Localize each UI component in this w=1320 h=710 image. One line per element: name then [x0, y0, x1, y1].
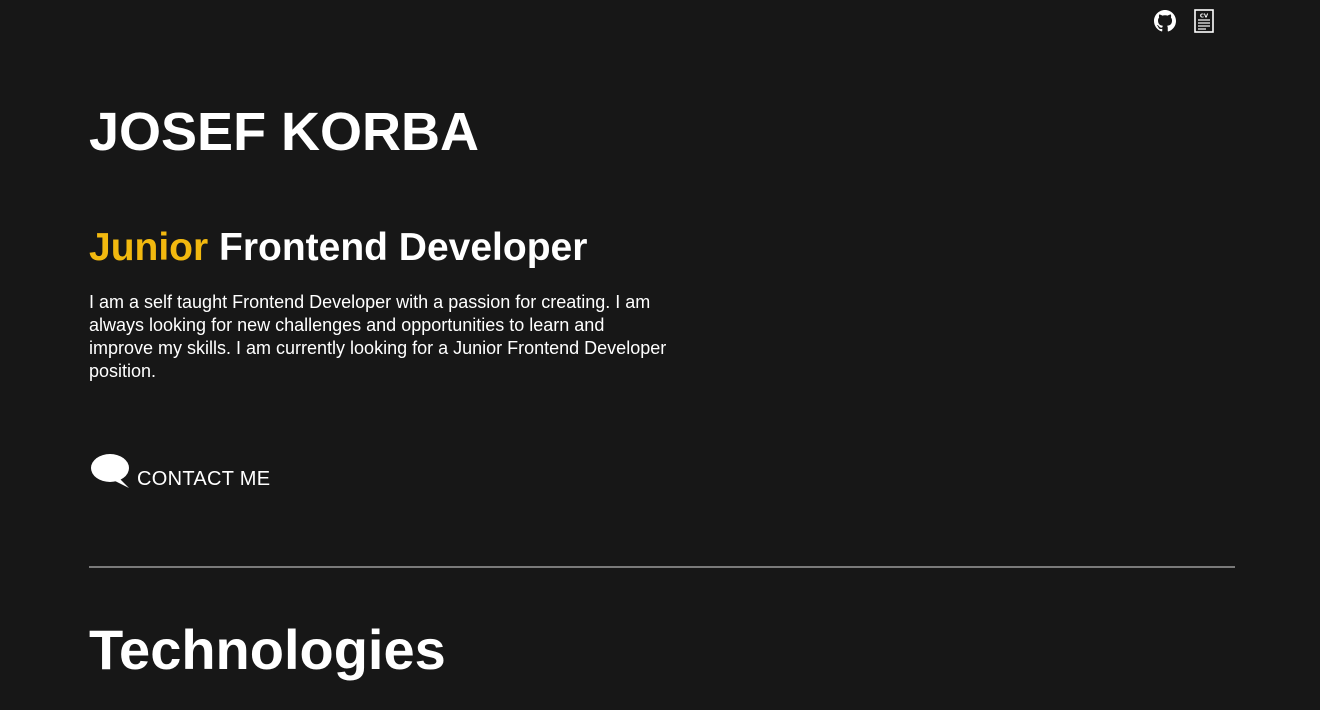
bio-text: I am a self taught Frontend Developer wi…: [89, 292, 667, 381]
header-icon-links: CV: [1154, 9, 1216, 33]
contact-me-button[interactable]: CONTACT ME: [89, 452, 270, 490]
job-title-rest: Frontend Developer: [208, 226, 588, 269]
speech-bubble-icon: [91, 454, 129, 488]
job-title: Junior Frontend Developer: [89, 224, 587, 272]
github-icon: [1154, 10, 1176, 32]
svg-text:CV: CV: [1200, 14, 1209, 20]
github-link[interactable]: [1154, 9, 1176, 33]
contact-me-label: CONTACT ME: [137, 468, 271, 490]
section-divider: [89, 566, 1235, 568]
page-title: JOSEF KORBA: [89, 102, 480, 162]
cv-link[interactable]: CV: [1194, 9, 1216, 33]
portfolio-page: CV JOSEF KORBA Junior Frontend Developer…: [0, 0, 1320, 710]
technologies-heading: Technologies: [89, 618, 446, 681]
cv-icon: CV: [1194, 9, 1214, 33]
job-title-accent: Junior: [89, 226, 209, 269]
